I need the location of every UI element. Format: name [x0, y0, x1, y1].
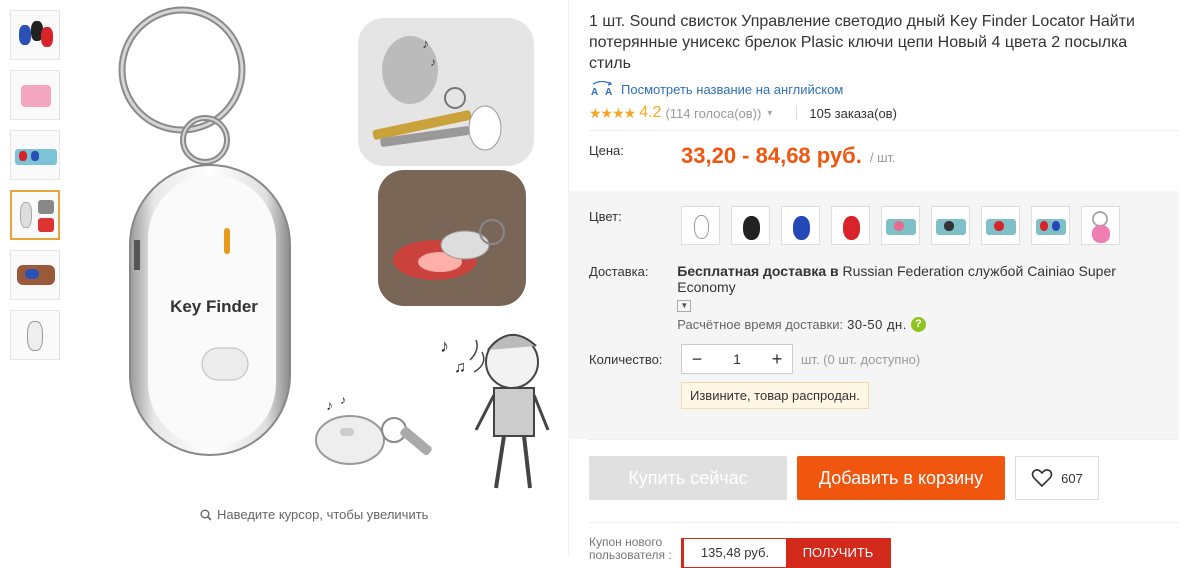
increment-button[interactable]: +: [762, 349, 792, 370]
coupon-box: 135,48 руб. ПОЛУЧИТЬ: [681, 538, 891, 568]
translate-icon: A A: [589, 80, 615, 98]
buy-now-button[interactable]: Купить сейчас: [589, 456, 787, 500]
separator: [589, 522, 1179, 523]
delivery-time-value: 30-50 дн.: [847, 317, 907, 332]
swatch-blue[interactable]: [781, 206, 820, 245]
thumbnail-4-selected[interactable]: [10, 190, 60, 240]
shipping-label: Доставка:: [589, 264, 649, 279]
price-unit: / шт.: [869, 150, 896, 165]
divider: [796, 106, 798, 120]
key-finder-illustration: Key Finder ♪ ♪ ♪ ♪ ♪ ♫: [118, 6, 550, 489]
svg-text:♪: ♪: [340, 393, 346, 407]
svg-text:♪: ♪: [326, 397, 333, 413]
svg-text:♫: ♫: [454, 359, 466, 376]
coupon-amount: 135,48 руб.: [684, 539, 786, 567]
color-row: Цвет:: [589, 191, 1158, 245]
svg-text:A: A: [605, 87, 612, 97]
rating-stars: ★★★★: [589, 104, 636, 121]
wishlist-count: 607: [1061, 470, 1083, 486]
price-value: 33,20 - 84,68 руб.: [681, 143, 862, 168]
thumbnail-list: [10, 10, 60, 370]
device-brand-label: Key Finder: [170, 297, 258, 316]
thumbnail-2[interactable]: [10, 70, 60, 120]
add-to-cart-button[interactable]: Добавить в корзину: [797, 456, 1005, 500]
search-icon: [200, 509, 212, 521]
price-row: Цена: 33,20 - 84,68 руб. / шт.: [589, 141, 1189, 169]
decrement-button[interactable]: −: [682, 349, 712, 370]
rating-row: ★★★★ 4.2 (114 голоса(ов)) ▾ 105 заказа(о…: [589, 104, 1189, 122]
swatch-black[interactable]: [731, 206, 770, 245]
translate-link-text[interactable]: Посмотреть название на английском: [621, 82, 843, 97]
swatch-pink-pack[interactable]: [881, 206, 920, 245]
votes-count[interactable]: (114 голоса(ов)): [665, 106, 761, 121]
quantity-available: шт. (0 шт. доступно): [801, 351, 921, 367]
delivery-time-label: Расчётное время доставки:: [677, 317, 844, 332]
heart-icon: [1031, 469, 1053, 488]
coupon-row: Купон нового пользователя : 135,48 руб. …: [589, 535, 1189, 568]
shipping-method[interactable]: Бесплатная доставка в Russian Federation…: [677, 263, 1158, 295]
quantity-stepper[interactable]: − 1 +: [681, 344, 793, 374]
sold-out-notice: Извините, товар распродан.: [681, 382, 869, 409]
swatch-white[interactable]: [681, 206, 720, 245]
separator: [589, 439, 1179, 440]
chevron-down-icon[interactable]: ▾: [767, 108, 772, 119]
swatch-pink-2pack[interactable]: [1081, 206, 1120, 245]
product-info: 1 шт. Sound свисток Управление светодио …: [568, 0, 1189, 568]
quantity-row: Количество: − 1 + шт. (0 шт. доступно): [589, 344, 1158, 374]
color-label: Цвет:: [589, 209, 622, 224]
svg-text:♪: ♪: [422, 35, 429, 51]
shipping-prefix: Бесплатная доставка в: [677, 263, 839, 279]
color-swatches: [681, 206, 1120, 245]
price-label: Цена:: [589, 143, 624, 158]
shipping-country: Russian Federation: [842, 263, 964, 279]
thumbnail-5[interactable]: [10, 250, 60, 300]
delivery-time: Расчётное время доставки: 30-50 дн. ?: [677, 317, 1158, 332]
zoom-hint-text: Наведите курсор, чтобы увеличить: [217, 507, 429, 522]
separator: [589, 130, 1179, 131]
swatch-pink-pack-3[interactable]: [981, 206, 1020, 245]
svg-text:♪: ♪: [440, 336, 449, 356]
get-coupon-button[interactable]: ПОЛУЧИТЬ: [786, 539, 890, 567]
orders-count: 105 заказа(ов): [809, 105, 897, 121]
help-icon[interactable]: ?: [910, 317, 926, 332]
quantity-label: Количество:: [589, 351, 663, 367]
shipping-dropdown-icon[interactable]: ▼: [677, 300, 692, 312]
thumbnail-6[interactable]: [10, 310, 60, 360]
svg-text:♪: ♪: [430, 55, 436, 69]
wishlist-button[interactable]: 607: [1015, 456, 1099, 500]
zoom-hint: Наведите курсор, чтобы увеличить: [200, 507, 428, 522]
svg-text:A: A: [591, 87, 598, 97]
main-product-image[interactable]: Key Finder ♪ ♪ ♪ ♪ ♪ ♫: [110, 0, 550, 500]
coupon-label: Купон нового пользователя :: [589, 535, 672, 562]
action-buttons: Купить сейчас Добавить в корзину 607: [589, 456, 1189, 500]
product-title: 1 шт. Sound свисток Управление светодио …: [589, 13, 1135, 72]
thumbnail-1[interactable]: [10, 10, 60, 60]
swatch-pink-pack-2[interactable]: [931, 206, 970, 245]
product-page: Key Finder ♪ ♪ ♪ ♪ ♪ ♫ Наведите курсор, …: [0, 0, 1200, 568]
shipping-details: Бесплатная доставка в Russian Federation…: [677, 263, 1158, 332]
translate-link[interactable]: A A Посмотреть название на английском: [589, 80, 1189, 98]
shipping-row: Доставка: Бесплатная доставка в Russian …: [589, 263, 1158, 332]
rating-value: 4.2: [639, 104, 662, 121]
quantity-value[interactable]: 1: [712, 351, 762, 367]
swatch-mixed-pack[interactable]: [1031, 206, 1070, 245]
thumbnail-3[interactable]: [10, 130, 60, 180]
options-panel: Цвет: Доставка: Бесплатная доставка в Ru…: [568, 191, 1179, 439]
shipping-service-prefix: службой: [967, 263, 1024, 279]
swatch-red[interactable]: [831, 206, 870, 245]
